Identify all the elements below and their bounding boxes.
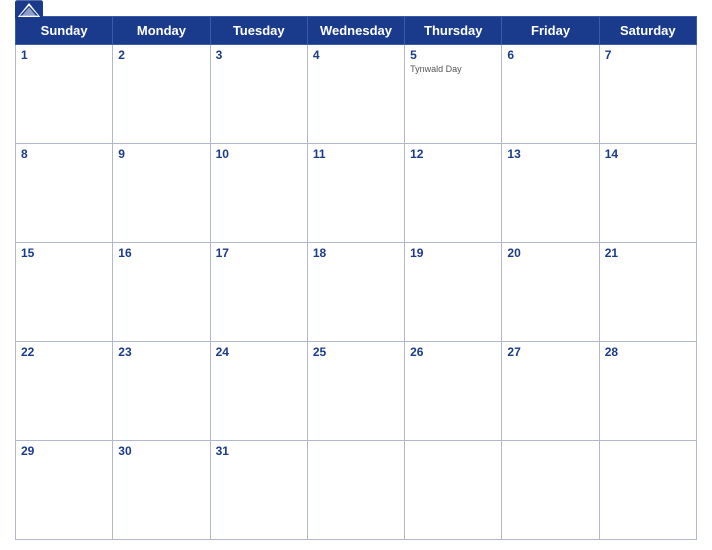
day-number: 29 xyxy=(21,444,107,458)
calendar-day-cell: 15 xyxy=(16,243,113,342)
calendar-day-cell: 5 Tynwald Day xyxy=(405,45,502,144)
col-header-saturday: Saturday xyxy=(599,17,696,45)
calendar-day-cell: 24 xyxy=(210,342,307,441)
calendar-week-row: 89 10 11 12 13 14 xyxy=(16,144,697,243)
day-number: 21 xyxy=(605,246,691,260)
col-header-friday: Friday xyxy=(502,17,599,45)
calendar-day-cell: 1 xyxy=(16,45,113,144)
calendar-day-cell: 25 xyxy=(307,342,404,441)
calendar-day-cell: 21 xyxy=(599,243,696,342)
calendar-day-cell: 19 xyxy=(405,243,502,342)
day-number: 14 xyxy=(605,147,691,161)
calendar-day-cell: 17 xyxy=(210,243,307,342)
day-number: 4 xyxy=(313,48,399,62)
calendar-day-cell: 11 xyxy=(307,144,404,243)
day-number: 11 xyxy=(313,147,399,161)
calendar-day-cell xyxy=(405,441,502,540)
day-number: 9 xyxy=(118,147,204,161)
calendar-day-cell: 10 xyxy=(210,144,307,243)
calendar-table: SundayMondayTuesdayWednesdayThursdayFrid… xyxy=(15,16,697,540)
col-header-thursday: Thursday xyxy=(405,17,502,45)
calendar-day-cell xyxy=(307,441,404,540)
calendar-day-cell: 27 xyxy=(502,342,599,441)
day-number: 8 xyxy=(21,147,107,161)
day-number: 3 xyxy=(216,48,302,62)
day-number: 26 xyxy=(410,345,496,359)
calendar-day-cell: 31 xyxy=(210,441,307,540)
day-number: 16 xyxy=(118,246,204,260)
calendar-day-cell: 4 xyxy=(307,45,404,144)
generalblue-logo xyxy=(15,0,43,20)
day-number: 24 xyxy=(216,345,302,359)
day-number: 13 xyxy=(507,147,593,161)
calendar-week-row: 29 30 31 xyxy=(16,441,697,540)
calendar-day-cell: 30 xyxy=(113,441,210,540)
col-header-sunday: Sunday xyxy=(16,17,113,45)
day-number: 25 xyxy=(313,345,399,359)
day-number: 6 xyxy=(507,48,593,62)
day-number: 1 xyxy=(21,48,107,62)
calendar-day-cell: 6 xyxy=(502,45,599,144)
calendar-day-cell xyxy=(502,441,599,540)
day-number: 18 xyxy=(313,246,399,260)
calendar-day-cell: 13 xyxy=(502,144,599,243)
day-number: 15 xyxy=(21,246,107,260)
day-number: 2 xyxy=(118,48,204,62)
day-number: 7 xyxy=(605,48,691,62)
day-number: 17 xyxy=(216,246,302,260)
day-number: 22 xyxy=(21,345,107,359)
calendar-day-cell: 18 xyxy=(307,243,404,342)
calendar-day-cell: 2 xyxy=(113,45,210,144)
day-number: 31 xyxy=(216,444,302,458)
calendar-day-cell xyxy=(599,441,696,540)
calendar-day-cell: 7 xyxy=(599,45,696,144)
day-number: 27 xyxy=(507,345,593,359)
calendar-day-cell: 12 xyxy=(405,144,502,243)
calendar-header-row: SundayMondayTuesdayWednesdayThursdayFrid… xyxy=(16,17,697,45)
calendar-day-cell: 8 xyxy=(16,144,113,243)
calendar-week-row: 22 23 24 25 26 27 28 xyxy=(16,342,697,441)
calendar-day-cell: 3 xyxy=(210,45,307,144)
day-number: 10 xyxy=(216,147,302,161)
calendar-week-row: 12345 Tynwald Day 67 xyxy=(16,45,697,144)
day-number: 28 xyxy=(605,345,691,359)
col-header-monday: Monday xyxy=(113,17,210,45)
calendar-day-cell: 22 xyxy=(16,342,113,441)
calendar-day-cell: 9 xyxy=(113,144,210,243)
calendar-day-cell: 28 xyxy=(599,342,696,441)
calendar-week-row: 15 16 17 18 19 20 21 xyxy=(16,243,697,342)
col-header-tuesday: Tuesday xyxy=(210,17,307,45)
calendar-day-cell: 20 xyxy=(502,243,599,342)
day-number: 30 xyxy=(118,444,204,458)
calendar-day-cell: 29 xyxy=(16,441,113,540)
col-header-wednesday: Wednesday xyxy=(307,17,404,45)
day-number: 20 xyxy=(507,246,593,260)
day-number: 12 xyxy=(410,147,496,161)
calendar-day-cell: 14 xyxy=(599,144,696,243)
event-label: Tynwald Day xyxy=(410,64,496,74)
calendar-day-cell: 23 xyxy=(113,342,210,441)
day-number: 19 xyxy=(410,246,496,260)
day-number: 23 xyxy=(118,345,204,359)
calendar-day-cell: 16 xyxy=(113,243,210,342)
calendar-day-cell: 26 xyxy=(405,342,502,441)
day-number: 5 xyxy=(410,48,496,62)
